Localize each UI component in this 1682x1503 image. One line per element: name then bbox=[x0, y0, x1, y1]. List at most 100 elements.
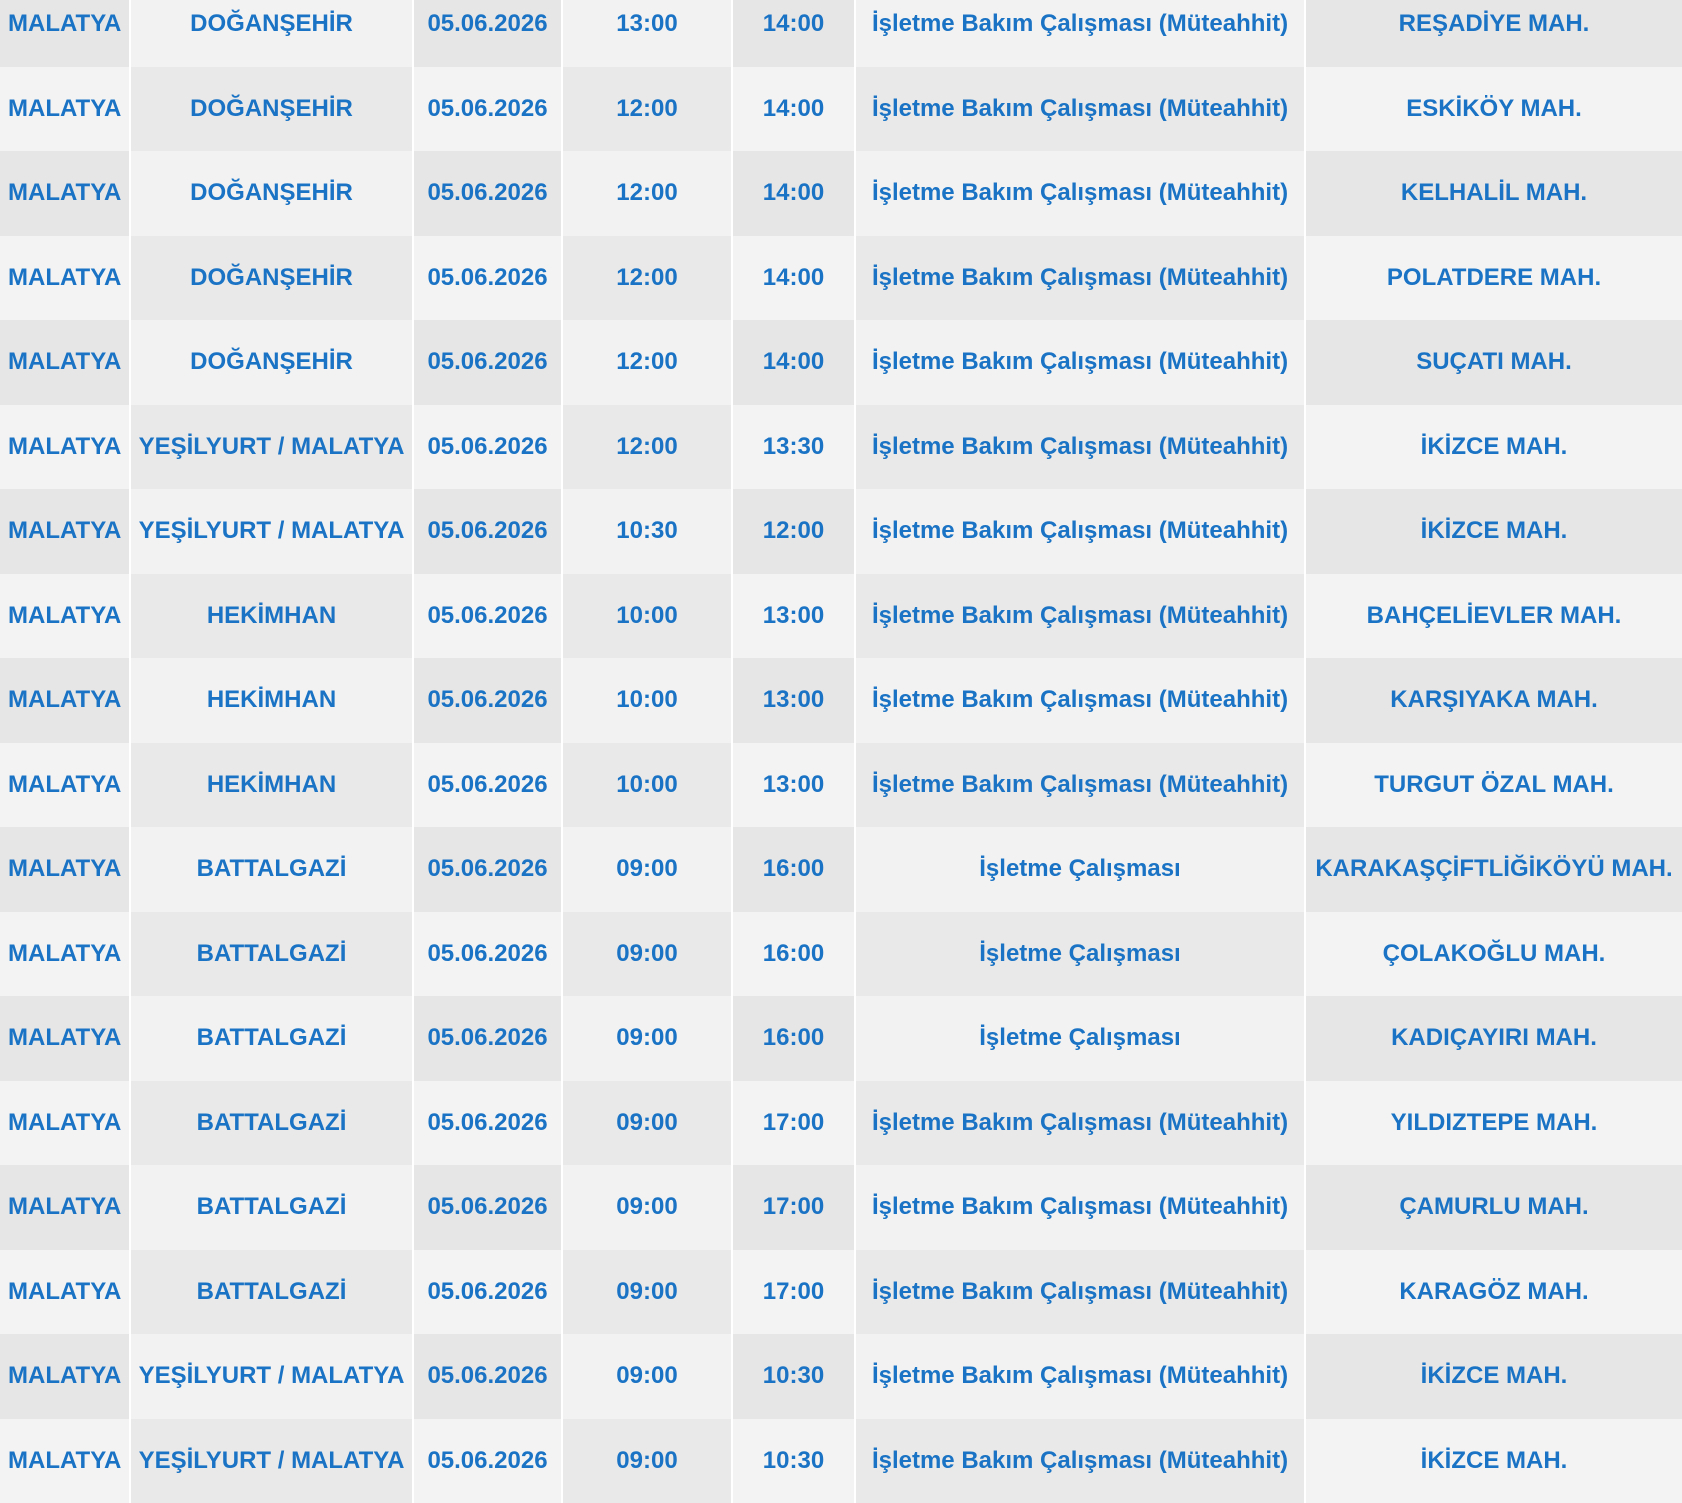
outage-table: MALATYADOĞANŞEHİR05.06.202613:0014:00İşl… bbox=[0, 0, 1682, 1500]
cell-mahalle: REŞADİYE MAH. bbox=[1306, 0, 1682, 67]
cell-bitis-saati: 16:00 bbox=[733, 996, 856, 1081]
cell-mahalle: POLATDERE MAH. bbox=[1306, 236, 1682, 321]
cell-il: MALATYA bbox=[0, 1081, 131, 1166]
cell-ilce: HEKİMHAN bbox=[131, 743, 414, 828]
cell-tarih: 05.06.2026 bbox=[414, 574, 563, 659]
cell-bitis-saati: 17:00 bbox=[733, 1250, 856, 1335]
cell-baslangic-saati: 10:30 bbox=[563, 489, 733, 574]
cell-mahalle: YILDIZTEPE MAH. bbox=[1306, 1081, 1682, 1166]
table-row: MALATYADOĞANŞEHİR05.06.202613:0014:00İşl… bbox=[0, 0, 1682, 67]
cell-mahalle: ÇAMURLU MAH. bbox=[1306, 1165, 1682, 1250]
cell-tarih: 05.06.2026 bbox=[414, 743, 563, 828]
cell-mahalle: ÇOLAKOĞLU MAH. bbox=[1306, 912, 1682, 997]
cell-ilce: DOĞANŞEHİR bbox=[131, 236, 414, 321]
cell-bitis-saati: 10:30 bbox=[733, 1419, 856, 1503]
cell-baslangic-saati: 09:00 bbox=[563, 996, 733, 1081]
cell-mahalle: KELHALİL MAH. bbox=[1306, 151, 1682, 236]
table-row: MALATYABATTALGAZİ05.06.202609:0017:00İşl… bbox=[0, 1081, 1682, 1166]
cell-kesinti-nedeni: İşletme Bakım Çalışması (Müteahhit) bbox=[856, 0, 1306, 67]
cell-kesinti-nedeni: İşletme Bakım Çalışması (Müteahhit) bbox=[856, 1334, 1306, 1419]
cell-il: MALATYA bbox=[0, 0, 131, 67]
table-row: MALATYABATTALGAZİ05.06.202609:0016:00İşl… bbox=[0, 912, 1682, 997]
cell-bitis-saati: 13:00 bbox=[733, 743, 856, 828]
cell-kesinti-nedeni: İşletme Bakım Çalışması (Müteahhit) bbox=[856, 151, 1306, 236]
cell-baslangic-saati: 10:00 bbox=[563, 574, 733, 659]
cell-baslangic-saati: 09:00 bbox=[563, 1250, 733, 1335]
table-row: MALATYAHEKİMHAN05.06.202610:0013:00İşlet… bbox=[0, 574, 1682, 659]
table-row: MALATYABATTALGAZİ05.06.202609:0017:00İşl… bbox=[0, 1165, 1682, 1250]
cell-kesinti-nedeni: İşletme Bakım Çalışması (Müteahhit) bbox=[856, 405, 1306, 490]
cell-tarih: 05.06.2026 bbox=[414, 1419, 563, 1503]
cell-kesinti-nedeni: İşletme Bakım Çalışması (Müteahhit) bbox=[856, 67, 1306, 152]
cell-ilce: YEŞİLYURT / MALATYA bbox=[131, 489, 414, 574]
cell-bitis-saati: 13:30 bbox=[733, 405, 856, 490]
cell-tarih: 05.06.2026 bbox=[414, 320, 563, 405]
cell-ilce: HEKİMHAN bbox=[131, 658, 414, 743]
cell-kesinti-nedeni: İşletme Bakım Çalışması (Müteahhit) bbox=[856, 489, 1306, 574]
table-row: MALATYADOĞANŞEHİR05.06.202612:0014:00İşl… bbox=[0, 67, 1682, 152]
cell-kesinti-nedeni: İşletme Bakım Çalışması (Müteahhit) bbox=[856, 574, 1306, 659]
cell-ilce: BATTALGAZİ bbox=[131, 1165, 414, 1250]
cell-baslangic-saati: 12:00 bbox=[563, 151, 733, 236]
cell-kesinti-nedeni: İşletme Çalışması bbox=[856, 827, 1306, 912]
cell-ilce: DOĞANŞEHİR bbox=[131, 320, 414, 405]
cell-kesinti-nedeni: İşletme Bakım Çalışması (Müteahhit) bbox=[856, 658, 1306, 743]
cell-bitis-saati: 17:00 bbox=[733, 1081, 856, 1166]
cell-bitis-saati: 14:00 bbox=[733, 320, 856, 405]
cell-il: MALATYA bbox=[0, 996, 131, 1081]
cell-il: MALATYA bbox=[0, 67, 131, 152]
cell-kesinti-nedeni: İşletme Bakım Çalışması (Müteahhit) bbox=[856, 743, 1306, 828]
cell-baslangic-saati: 09:00 bbox=[563, 1334, 733, 1419]
cell-il: MALATYA bbox=[0, 1334, 131, 1419]
cell-bitis-saati: 16:00 bbox=[733, 827, 856, 912]
cell-bitis-saati: 14:00 bbox=[733, 151, 856, 236]
cell-baslangic-saati: 12:00 bbox=[563, 320, 733, 405]
cell-mahalle: KADIÇAYIRI MAH. bbox=[1306, 996, 1682, 1081]
cell-mahalle: İKİZCE MAH. bbox=[1306, 405, 1682, 490]
cell-mahalle: KARAKAŞÇİFTLİĞİKÖYÜ MAH. bbox=[1306, 827, 1682, 912]
cell-il: MALATYA bbox=[0, 1250, 131, 1335]
cell-bitis-saati: 14:00 bbox=[733, 67, 856, 152]
table-row: MALATYAYEŞİLYURT / MALATYA05.06.202609:0… bbox=[0, 1419, 1682, 1503]
table-row: MALATYABATTALGAZİ05.06.202609:0016:00İşl… bbox=[0, 996, 1682, 1081]
table-row: MALATYAHEKİMHAN05.06.202610:0013:00İşlet… bbox=[0, 658, 1682, 743]
cell-ilce: BATTALGAZİ bbox=[131, 1081, 414, 1166]
cell-kesinti-nedeni: İşletme Bakım Çalışması (Müteahhit) bbox=[856, 236, 1306, 321]
cell-bitis-saati: 12:00 bbox=[733, 489, 856, 574]
cell-baslangic-saati: 09:00 bbox=[563, 1165, 733, 1250]
cell-baslangic-saati: 12:00 bbox=[563, 67, 733, 152]
cell-ilce: BATTALGAZİ bbox=[131, 827, 414, 912]
cell-il: MALATYA bbox=[0, 743, 131, 828]
cell-ilce: DOĞANŞEHİR bbox=[131, 0, 414, 67]
cell-mahalle: KARAGÖZ MAH. bbox=[1306, 1250, 1682, 1335]
cell-baslangic-saati: 13:00 bbox=[563, 0, 733, 67]
cell-tarih: 05.06.2026 bbox=[414, 1165, 563, 1250]
cell-baslangic-saati: 09:00 bbox=[563, 1081, 733, 1166]
cell-tarih: 05.06.2026 bbox=[414, 489, 563, 574]
cell-bitis-saati: 13:00 bbox=[733, 658, 856, 743]
table-row: MALATYADOĞANŞEHİR05.06.202612:0014:00İşl… bbox=[0, 236, 1682, 321]
cell-il: MALATYA bbox=[0, 574, 131, 659]
cell-kesinti-nedeni: İşletme Bakım Çalışması (Müteahhit) bbox=[856, 320, 1306, 405]
cell-ilce: DOĞANŞEHİR bbox=[131, 67, 414, 152]
table-row: MALATYABATTALGAZİ05.06.202609:0016:00İşl… bbox=[0, 827, 1682, 912]
cell-kesinti-nedeni: İşletme Çalışması bbox=[856, 912, 1306, 997]
cell-baslangic-saati: 10:00 bbox=[563, 743, 733, 828]
cell-il: MALATYA bbox=[0, 320, 131, 405]
cell-il: MALATYA bbox=[0, 236, 131, 321]
cell-bitis-saati: 16:00 bbox=[733, 912, 856, 997]
cell-il: MALATYA bbox=[0, 1165, 131, 1250]
cell-bitis-saati: 14:00 bbox=[733, 236, 856, 321]
cell-kesinti-nedeni: İşletme Bakım Çalışması (Müteahhit) bbox=[856, 1419, 1306, 1503]
cell-il: MALATYA bbox=[0, 827, 131, 912]
cell-mahalle: İKİZCE MAH. bbox=[1306, 1334, 1682, 1419]
table-row: MALATYAHEKİMHAN05.06.202610:0013:00İşlet… bbox=[0, 743, 1682, 828]
cell-baslangic-saati: 09:00 bbox=[563, 912, 733, 997]
cell-tarih: 05.06.2026 bbox=[414, 912, 563, 997]
cell-ilce: BATTALGAZİ bbox=[131, 1250, 414, 1335]
cell-bitis-saati: 13:00 bbox=[733, 574, 856, 659]
cell-baslangic-saati: 10:00 bbox=[563, 658, 733, 743]
cell-ilce: HEKİMHAN bbox=[131, 574, 414, 659]
cell-baslangic-saati: 12:00 bbox=[563, 236, 733, 321]
cell-kesinti-nedeni: İşletme Bakım Çalışması (Müteahhit) bbox=[856, 1250, 1306, 1335]
